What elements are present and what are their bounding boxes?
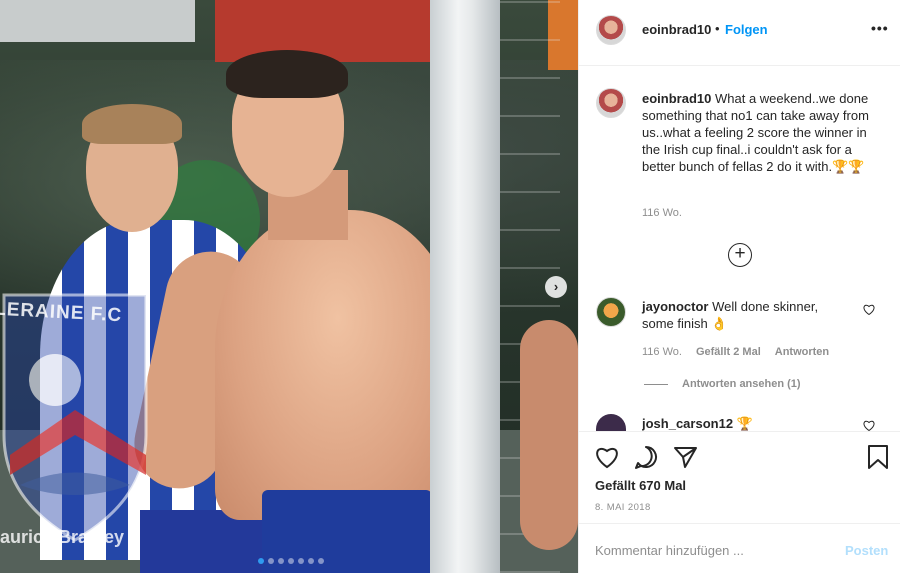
post-date[interactable]: 8. MAI 2018 <box>595 502 651 513</box>
comment-avatar[interactable] <box>596 414 626 431</box>
follow-button[interactable]: Folgen <box>725 22 768 37</box>
comment-text: josh_carson12 🏆 <box>642 416 753 431</box>
like-icon[interactable] <box>594 444 620 470</box>
caption-username[interactable]: eoinbrad10 <box>642 91 711 106</box>
post-header: eoinbrad10 • Folgen ••• <box>579 0 900 66</box>
reply-button[interactable]: Antworten <box>775 346 829 358</box>
more-options-icon[interactable]: ••• <box>871 20 889 36</box>
carousel-dot <box>258 558 264 564</box>
comment-like-icon[interactable] <box>863 420 875 431</box>
carousel-dot <box>308 558 314 564</box>
replies-divider <box>644 383 668 385</box>
view-replies-button[interactable]: Antworten ansehen (1) <box>644 378 801 390</box>
bookmark-icon[interactable] <box>865 444 891 470</box>
likes-count[interactable]: Gefällt 670 Mal <box>595 478 686 493</box>
share-icon[interactable] <box>672 444 698 470</box>
carousel-dot <box>278 558 284 564</box>
view-replies-label: Antworten ansehen (1) <box>682 378 801 390</box>
post-sidebar: eoinbrad10 • Folgen ••• eoinbrad10 What … <box>578 0 900 573</box>
carousel-dot <box>288 558 294 564</box>
comment-avatar[interactable] <box>596 297 626 327</box>
post-caption: eoinbrad10 What a weekend..we done somet… <box>642 90 882 175</box>
comment-icon[interactable] <box>633 444 659 470</box>
photo-credit-watermark: aurice Bradley <box>0 527 125 547</box>
carousel-dot <box>268 558 274 564</box>
avatar[interactable] <box>596 15 626 45</box>
comment-composer: Kommentar hinzufügen ... Posten <box>579 523 900 573</box>
comment-like-icon[interactable] <box>863 304 875 318</box>
caption-avatar[interactable] <box>596 88 626 118</box>
player-left-hair <box>82 104 182 144</box>
comment-timestamp[interactable]: 116 Wo. <box>642 346 682 358</box>
comment-meta: 116 Wo. Gefällt 2 Mal Antworten <box>642 346 829 358</box>
comment-input[interactable]: Kommentar hinzufügen ... <box>595 543 744 558</box>
load-more-comments-icon[interactable]: + <box>728 243 752 267</box>
player-right-arm-raised <box>520 320 578 550</box>
player-right-hair <box>226 50 348 98</box>
next-image-button[interactable]: › <box>545 276 567 298</box>
header-separator: • <box>715 21 720 36</box>
carousel-dots <box>258 558 324 564</box>
carousel-dot <box>298 558 304 564</box>
header-username[interactable]: eoinbrad10 <box>642 22 711 37</box>
comment-username[interactable]: josh_carson12 <box>642 416 733 431</box>
goal-post <box>430 0 500 573</box>
comment-username[interactable]: jayonoctor <box>642 299 708 314</box>
post-actions: Gefällt 670 Mal 8. MAI 2018 <box>579 431 900 523</box>
post-photo[interactable]: LERAINE F.C aurice Bradley › <box>0 0 578 573</box>
player-right-torso <box>215 210 460 520</box>
stadium-banner <box>0 0 195 42</box>
post-comment-button[interactable]: Posten <box>845 543 888 558</box>
comment-text: jayonoctor Well done skinner, some finis… <box>642 298 852 332</box>
carousel-dot <box>318 558 324 564</box>
comment-likes[interactable]: Gefällt 2 Mal <box>696 346 761 358</box>
comment-badge: 🏆 <box>736 416 753 431</box>
caption-timestamp[interactable]: 116 Wo. <box>642 207 682 219</box>
stadium-banner-red <box>215 0 465 62</box>
